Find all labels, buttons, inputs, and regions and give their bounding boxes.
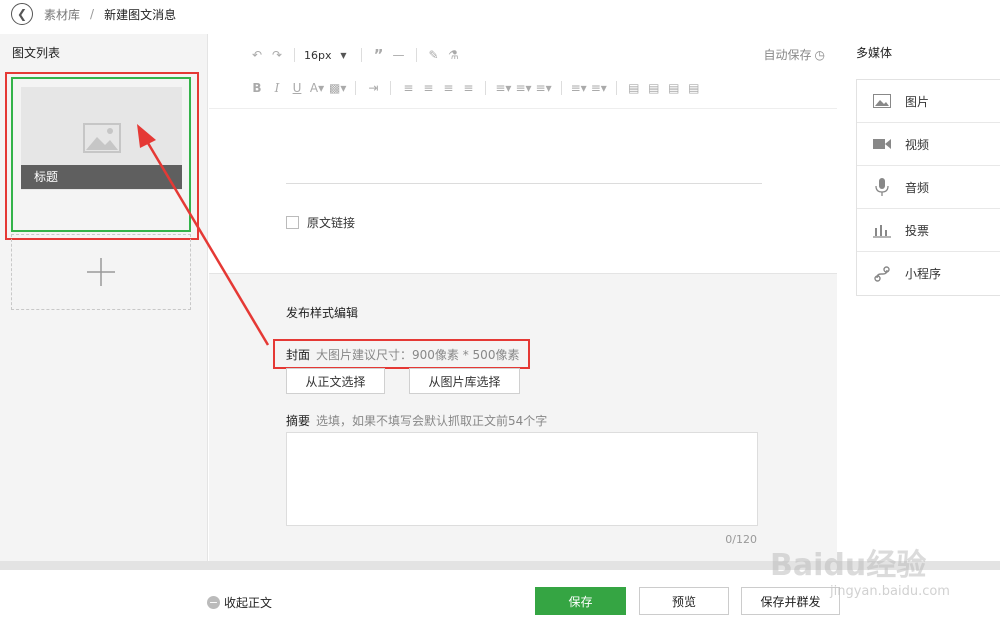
breadcrumb-bar: ❮ 素材库 / 新建图文消息 xyxy=(0,0,1000,28)
title-input-underline[interactable] xyxy=(286,183,762,184)
toolbar-divider xyxy=(355,81,357,95)
toolbar-divider xyxy=(560,81,562,95)
collapse-label: 收起正文 xyxy=(224,596,273,610)
abstract-hint: 选填，如果不填写会默认抓取正文前54个字 xyxy=(316,414,548,428)
media-item-label: 小程序 xyxy=(905,267,942,281)
indent-icon[interactable]: ⇥ xyxy=(365,78,381,98)
multimedia-list: 图片 视频 音频 投票 小程序 xyxy=(856,79,1000,296)
italic-icon[interactable]: I xyxy=(269,78,285,98)
abstract-char-counter: 0/120 xyxy=(725,533,757,546)
abstract-label: 摘要 xyxy=(286,414,311,428)
article-card-title[interactable]: 标题 xyxy=(21,165,182,189)
video-icon xyxy=(873,138,891,150)
plus-icon xyxy=(87,258,115,286)
paragraph-spacing-bottom-icon[interactable]: ≡▾ xyxy=(515,78,531,98)
bold-icon[interactable]: B xyxy=(249,78,265,98)
article-list-title: 图文列表 xyxy=(12,46,61,60)
autosave-indicator[interactable]: 自动保存 ◷ xyxy=(764,46,826,63)
media-item-label: 投票 xyxy=(905,223,930,238)
add-article-button[interactable] xyxy=(11,234,191,310)
original-link-option[interactable]: 原文链接 xyxy=(286,214,355,231)
blockquote-icon[interactable]: ” xyxy=(371,45,387,65)
align-right-icon[interactable]: ≡ xyxy=(440,78,456,98)
media-item-audio[interactable]: 音频 xyxy=(857,166,1000,209)
toolbar-divider xyxy=(415,48,417,62)
clock-icon: ◷ xyxy=(814,47,825,62)
float-left-icon[interactable]: ▤ xyxy=(626,78,642,98)
underline-icon[interactable]: U xyxy=(289,78,305,98)
media-item-vote[interactable]: 投票 xyxy=(857,209,1000,252)
background-color-icon[interactable]: ▩▾ xyxy=(329,78,346,98)
breadcrumb-parent[interactable]: 素材库 xyxy=(44,6,80,23)
font-size-select[interactable]: 16px xyxy=(304,45,332,65)
collapse-body-button[interactable]: − 收起正文 xyxy=(207,594,272,611)
undo-icon[interactable]: ↶ xyxy=(249,45,265,65)
microphone-icon xyxy=(873,178,891,196)
select-from-body-button[interactable]: 从正文选择 xyxy=(286,368,385,394)
eraser-icon[interactable]: ✎ xyxy=(426,45,442,65)
multimedia-title: 多媒体 xyxy=(856,46,893,60)
media-item-mini-program[interactable]: 小程序 xyxy=(857,252,1000,295)
float-none-icon[interactable]: ▤ xyxy=(646,78,662,98)
publish-section-title: 发布样式编辑 xyxy=(286,306,359,320)
toolbar-row-2: B I U A▾ ▩▾ ⇥ ≡ ≡ ≡ ≡ ≡▾ ≡▾ ≡▾ ≡▾ ≡▾ ▤ ▤… xyxy=(249,77,702,99)
cover-hint: 大图片建议尺寸：900像素 * 500像素 xyxy=(316,348,520,362)
line-height-icon[interactable]: ≡▾ xyxy=(536,78,552,98)
cover-label: 封面 xyxy=(286,348,311,362)
unordered-list-icon[interactable]: ≡▾ xyxy=(591,78,607,98)
editor-area: ↶ ↷ 16px ▼ ” — ✎ ⚗ 自动保存 ◷ B I U A▾ ▩▾ ⇥ … xyxy=(209,34,837,561)
format-painter-icon[interactable]: ⚗ xyxy=(446,45,462,65)
toolbar-divider xyxy=(360,48,362,62)
font-color-icon[interactable]: A▾ xyxy=(309,78,325,98)
abstract-textarea[interactable] xyxy=(286,432,758,526)
media-item-image[interactable]: 图片 xyxy=(857,80,1000,123)
original-link-checkbox[interactable] xyxy=(286,216,299,229)
preview-button[interactable]: 预览 xyxy=(639,587,729,615)
media-item-label: 视频 xyxy=(905,137,930,152)
horizontal-rule-icon[interactable]: — xyxy=(391,45,407,65)
image-icon xyxy=(873,94,891,108)
toolbar-divider xyxy=(390,81,392,95)
toolbar-divider xyxy=(615,81,617,95)
back-arrow-icon[interactable]: ❮ xyxy=(11,3,33,25)
ordered-list-icon[interactable]: ≡▾ xyxy=(571,78,587,98)
paragraph-spacing-top-icon[interactable]: ≡▾ xyxy=(495,78,511,98)
breadcrumb-separator: / xyxy=(90,7,95,21)
align-center-icon[interactable]: ≡ xyxy=(420,78,436,98)
chevron-down-icon[interactable]: ▼ xyxy=(336,45,352,65)
save-and-send-button[interactable]: 保存并群发 xyxy=(741,587,840,615)
align-left-icon[interactable]: ≡ xyxy=(400,78,416,98)
select-from-library-button[interactable]: 从图片库选择 xyxy=(409,368,520,394)
article-list-panel: 图文列表 标题 xyxy=(0,34,208,561)
float-center-icon[interactable]: ▤ xyxy=(686,78,702,98)
toolbar-row-1: ↶ ↷ 16px ▼ ” — ✎ ⚗ xyxy=(249,44,462,66)
redo-icon[interactable]: ↷ xyxy=(269,45,285,65)
toolbar-divider xyxy=(485,81,487,95)
multimedia-panel: 多媒体 图片 视频 音频 投票 小程序 xyxy=(838,34,1000,561)
float-right-icon[interactable]: ▤ xyxy=(666,78,682,98)
bottom-divider xyxy=(0,561,1000,570)
cover-row: 封面 大图片建议尺寸：900像素 * 500像素 xyxy=(286,346,519,363)
media-item-label: 图片 xyxy=(905,94,930,109)
abstract-row: 摘要 选填，如果不填写会默认抓取正文前54个字 xyxy=(286,412,547,429)
toolbar-bottom-border xyxy=(209,108,837,109)
toolbar-divider xyxy=(294,48,295,62)
collapse-icon: − xyxy=(207,596,220,609)
autosave-label: 自动保存 xyxy=(763,48,812,62)
breadcrumb-current: 新建图文消息 xyxy=(104,7,177,22)
save-button[interactable]: 保存 xyxy=(535,587,626,615)
media-item-video[interactable]: 视频 xyxy=(857,123,1000,166)
publish-style-section: 发布样式编辑 封面 大图片建议尺寸：900像素 * 500像素 从正文选择 从图… xyxy=(209,273,837,561)
mini-program-icon xyxy=(873,265,891,282)
bottom-action-bar: − 收起正文 保存 预览 保存并群发 xyxy=(0,570,1000,630)
media-item-label: 音频 xyxy=(905,180,930,195)
image-placeholder-icon xyxy=(83,123,121,153)
bar-chart-icon xyxy=(873,222,891,238)
align-justify-icon[interactable]: ≡ xyxy=(460,78,476,98)
original-link-label: 原文链接 xyxy=(307,216,356,230)
